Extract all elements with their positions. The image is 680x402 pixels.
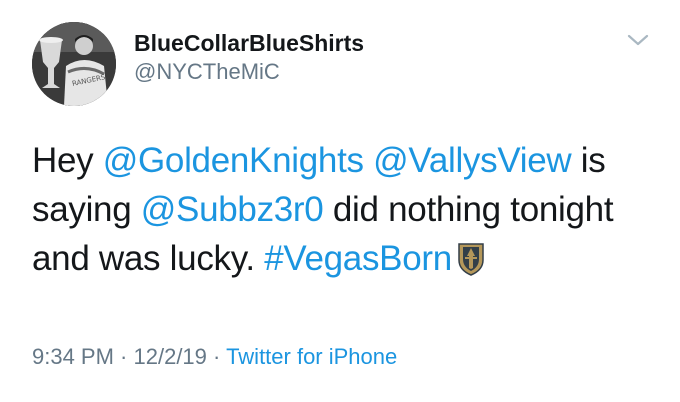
- hashtag-vegasborn[interactable]: #VegasBorn: [264, 239, 452, 278]
- tweet-date[interactable]: 12/2/19: [134, 344, 207, 369]
- user-handle[interactable]: @NYCTheMiC: [134, 59, 280, 85]
- vegas-golden-knights-helmet-icon: [456, 240, 486, 276]
- mention-subbz3r0[interactable]: @Subbz3r0: [141, 190, 324, 229]
- tweet-text: Hey @GoldenKnights @VallysView is saying…: [32, 136, 652, 283]
- avatar-image: RANGERS: [32, 22, 116, 106]
- chevron-down-icon[interactable]: [624, 30, 652, 50]
- mention-vallysview[interactable]: @VallysView: [373, 141, 572, 180]
- meta-separator: ·: [113, 344, 134, 369]
- tweet-text-space: [364, 141, 373, 180]
- tweet-time[interactable]: 9:34 PM: [32, 344, 114, 369]
- mention-goldenknights[interactable]: @GoldenKnights: [103, 141, 364, 180]
- avatar[interactable]: RANGERS: [32, 22, 116, 106]
- meta-separator: ·: [206, 344, 227, 369]
- tweet-source-link[interactable]: Twitter for iPhone: [226, 344, 397, 369]
- tweet-card: RANGERS BlueCollarBlueShirts @NYCTheMiC …: [0, 0, 680, 402]
- display-name[interactable]: BlueCollarBlueShirts: [134, 30, 364, 57]
- tweet-text-hey: Hey: [32, 141, 103, 180]
- tweet-meta: 9:34 PM · 12/2/19 · Twitter for iPhone: [32, 344, 397, 370]
